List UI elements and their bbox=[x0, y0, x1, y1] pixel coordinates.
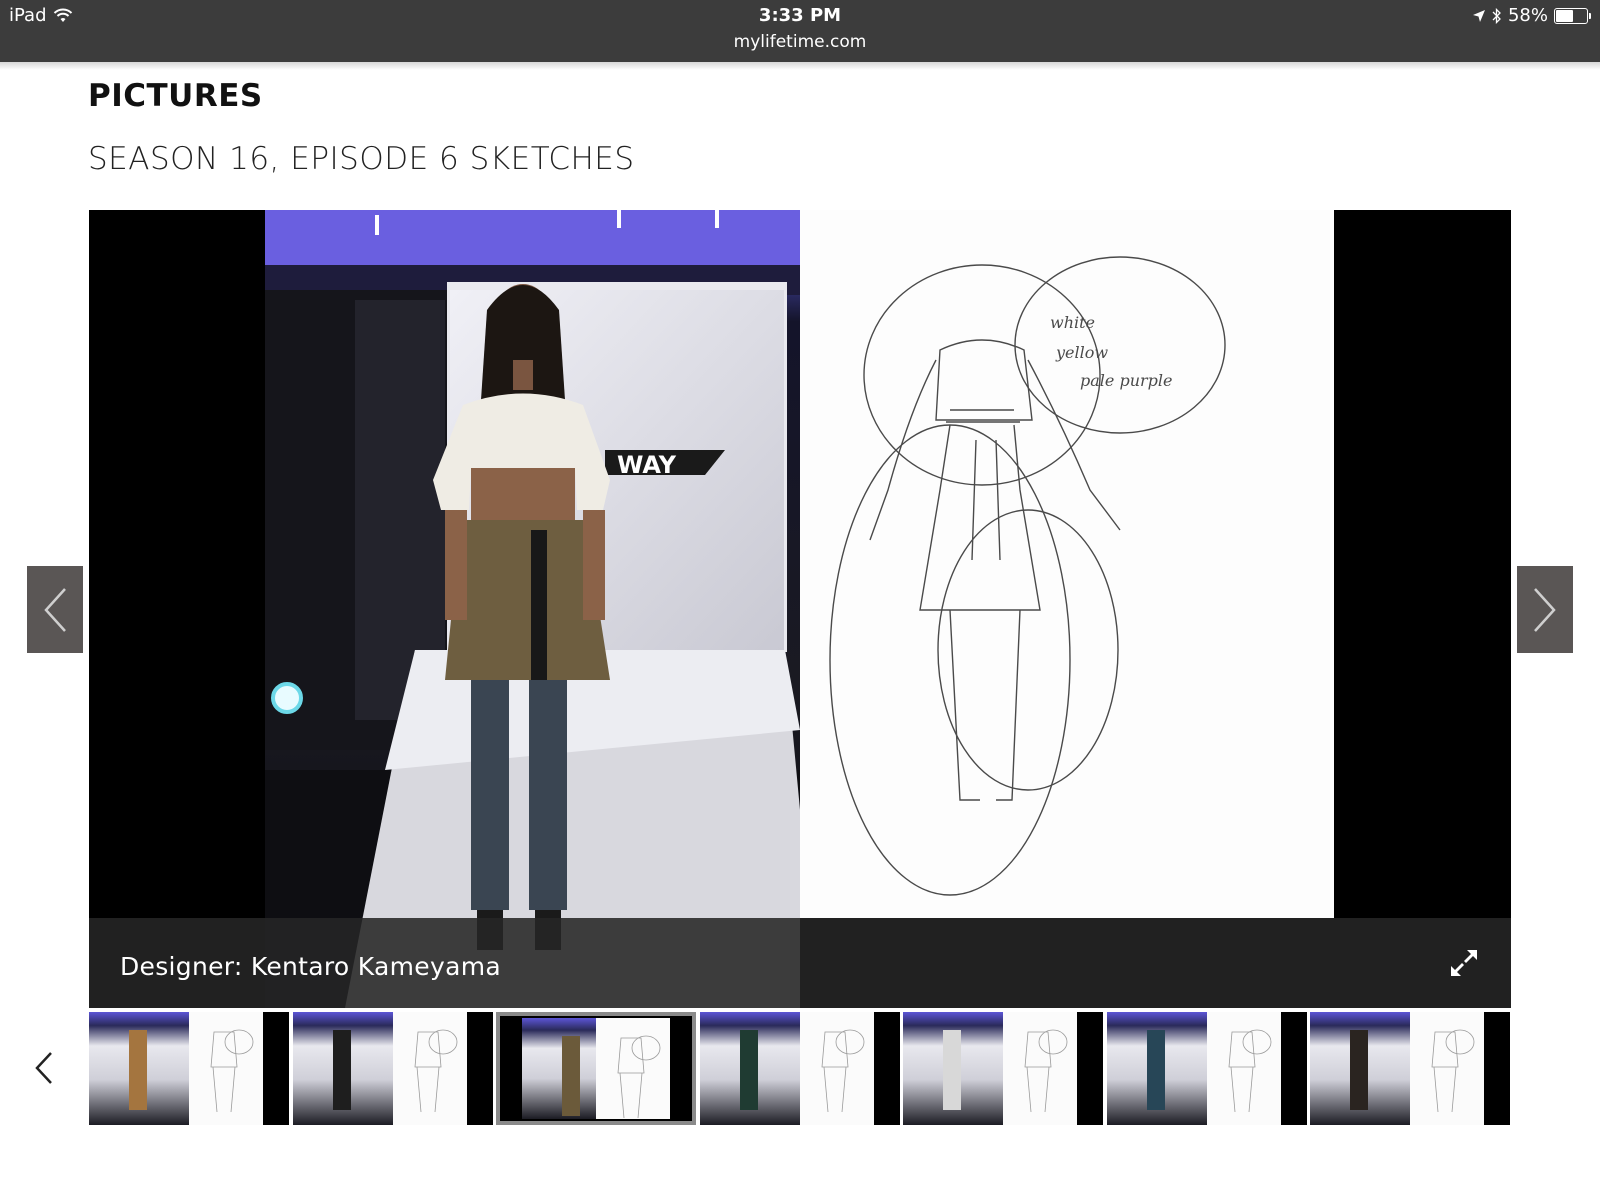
thumbnail-photo bbox=[700, 1012, 800, 1125]
backdrop-text: WAY bbox=[617, 451, 677, 479]
expand-icon bbox=[1451, 950, 1477, 976]
thumbnail-photo bbox=[1107, 1012, 1207, 1125]
thumbnail-item[interactable] bbox=[700, 1012, 900, 1125]
thumbnail-item[interactable] bbox=[89, 1012, 289, 1125]
gallery-slide: WAY white yellow pale purple Designer: K… bbox=[89, 210, 1511, 1008]
thumbnail-sketch bbox=[1207, 1012, 1281, 1125]
thumbnail-item[interactable] bbox=[1107, 1012, 1307, 1125]
thumbnail-sketch bbox=[596, 1018, 670, 1119]
thumbnail-photo bbox=[89, 1012, 189, 1125]
thumbnail-item[interactable] bbox=[903, 1012, 1103, 1125]
runway-photo-art: WAY bbox=[265, 210, 800, 1008]
thumbnail-model bbox=[1147, 1030, 1165, 1110]
thumbnail-item[interactable] bbox=[1310, 1012, 1510, 1125]
expand-button[interactable] bbox=[1447, 946, 1481, 980]
status-right: 58% bbox=[1472, 5, 1591, 26]
address-bar-url[interactable]: mylifetime.com bbox=[0, 32, 1600, 52]
slide-caption: Designer: Kentaro Kameyama bbox=[120, 952, 501, 981]
thumbnail-model bbox=[1350, 1030, 1368, 1110]
sketch-note-3: pale purple bbox=[1080, 371, 1172, 390]
battery-level bbox=[1556, 9, 1574, 22]
thumbnail-sketch bbox=[1410, 1012, 1484, 1125]
thumbnail-photo bbox=[522, 1018, 596, 1119]
chevron-right-icon bbox=[1534, 587, 1556, 632]
thumbnail-model bbox=[740, 1030, 758, 1110]
sketch-note-1: white bbox=[1050, 313, 1095, 332]
thumbnail-photo bbox=[903, 1012, 1003, 1125]
next-slide-button[interactable] bbox=[1517, 566, 1573, 653]
sketch-note-2: yellow bbox=[1055, 343, 1108, 362]
thumbnail-item[interactable] bbox=[496, 1012, 696, 1125]
thumbnail-item[interactable] bbox=[293, 1012, 493, 1125]
status-bar: iPad 3:33 PM mylifetime.com 58% bbox=[0, 0, 1600, 70]
section-heading: PICTURES bbox=[88, 78, 263, 114]
previous-slide-button[interactable] bbox=[27, 566, 83, 653]
chevron-left-icon bbox=[35, 1052, 52, 1084]
thumbnail-model bbox=[562, 1036, 580, 1116]
battery-percent: 58% bbox=[1507, 5, 1548, 26]
thumbnail-photo bbox=[1310, 1012, 1410, 1125]
thumbnail-sketch bbox=[1003, 1012, 1077, 1125]
thumbnail-model bbox=[129, 1030, 147, 1110]
thumbnail-model bbox=[333, 1030, 351, 1110]
design-sketch: white yellow pale purple bbox=[800, 210, 1334, 918]
thumbnail-prev-button[interactable] bbox=[28, 1048, 60, 1088]
gallery-title: SEASON 16, EPISODE 6 SKETCHES bbox=[88, 141, 635, 177]
chevron-left-icon bbox=[44, 587, 66, 632]
runway-photo: WAY bbox=[265, 210, 800, 1008]
sketch-art: white yellow pale purple bbox=[829, 256, 1226, 896]
location-arrow-icon bbox=[1472, 9, 1485, 22]
thumbnail-photo bbox=[293, 1012, 393, 1125]
status-time: 3:33 PM bbox=[758, 5, 842, 26]
battery-icon bbox=[1554, 7, 1591, 24]
bluetooth-icon bbox=[1492, 7, 1501, 24]
thumbnail-sketch bbox=[800, 1012, 874, 1125]
thumbnail-sketch bbox=[393, 1012, 467, 1125]
thumbnail-sketch bbox=[189, 1012, 263, 1125]
thumbnail-model bbox=[943, 1030, 961, 1110]
